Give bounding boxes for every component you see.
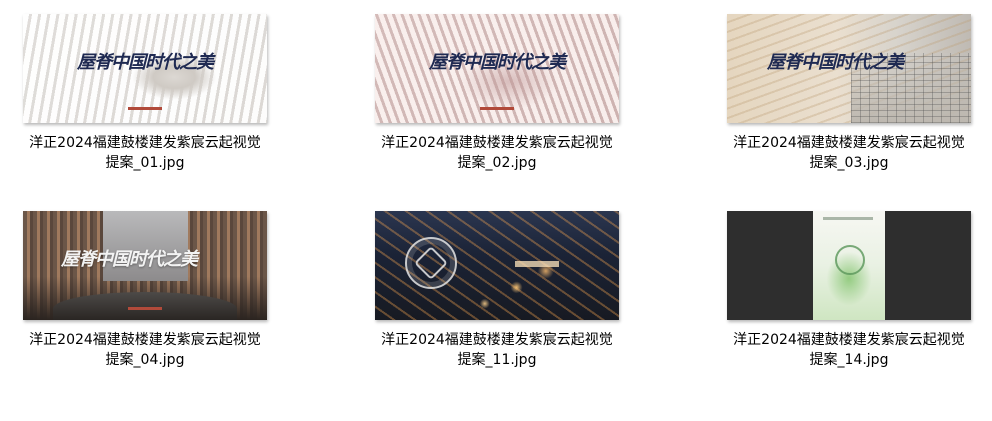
file-name[interactable]: 洋正2024福建鼓楼建发紫宸云起视觉 提案_04.jpg bbox=[5, 330, 285, 370]
thumbnail-image[interactable] bbox=[375, 211, 619, 320]
file-name-line2: 提案_14.jpg bbox=[809, 352, 889, 368]
thumbnail-image[interactable]: 屋脊中国时代之美 bbox=[23, 211, 267, 320]
thumbnail-sign bbox=[515, 261, 559, 267]
thumbnail-reflecting-pool bbox=[53, 292, 237, 320]
file-name-line2: 提案_02.jpg bbox=[457, 155, 537, 171]
thumbnail-image[interactable]: 屋脊中国时代之美 bbox=[375, 14, 619, 123]
file-name-line1: 洋正2024福建鼓楼建发紫宸云起视觉 bbox=[381, 332, 613, 348]
file-name-line2: 提案_04.jpg bbox=[105, 352, 185, 368]
thumbnail-brand-title: 屋脊中国时代之美 bbox=[61, 249, 198, 270]
thumbnail-emblem bbox=[405, 237, 457, 289]
file-name-line2: 提案_11.jpg bbox=[457, 352, 537, 368]
file-name-line2: 提案_03.jpg bbox=[809, 155, 889, 171]
file-name-line1: 洋正2024福建鼓楼建发紫宸云起视觉 bbox=[733, 332, 965, 348]
thumbnail-red-seal bbox=[128, 107, 162, 110]
file-item-11[interactable]: 洋正2024福建鼓楼建发紫宸云起视觉 提案_11.jpg bbox=[357, 211, 637, 370]
file-name-line2: 提案_01.jpg bbox=[105, 155, 185, 171]
thumbnail-image[interactable] bbox=[727, 211, 971, 320]
file-name-line1: 洋正2024福建鼓楼建发紫宸云起视觉 bbox=[29, 332, 261, 348]
thumbnail-poster bbox=[813, 211, 885, 320]
thumbnail-brand-title: 屋脊中国时代之美 bbox=[767, 52, 904, 73]
file-item-02[interactable]: 屋脊中国时代之美 洋正2024福建鼓楼建发紫宸云起视觉 提案_02.jpg bbox=[357, 14, 637, 173]
file-item-14[interactable]: 洋正2024福建鼓楼建发紫宸云起视觉 提案_14.jpg bbox=[709, 211, 989, 370]
file-name[interactable]: 洋正2024福建鼓楼建发紫宸云起视觉 提案_02.jpg bbox=[357, 133, 637, 173]
thumbnail-brand-title: 屋脊中国时代之美 bbox=[77, 52, 214, 73]
file-name[interactable]: 洋正2024福建鼓楼建发紫宸云起视觉 提案_01.jpg bbox=[5, 133, 285, 173]
file-item-01[interactable]: 屋脊中国时代之美 洋正2024福建鼓楼建发紫宸云起视觉 提案_01.jpg bbox=[5, 14, 285, 173]
file-item-03[interactable]: 屋脊中国时代之美 洋正2024福建鼓楼建发紫宸云起视觉 提案_03.jpg bbox=[709, 14, 989, 173]
thumbnail-image[interactable]: 屋脊中国时代之美 bbox=[23, 14, 267, 123]
thumbnail-red-seal bbox=[128, 307, 162, 310]
thumbnail-image[interactable]: 屋脊中国时代之美 bbox=[727, 14, 971, 123]
file-name-line1: 洋正2024福建鼓楼建发紫宸云起视觉 bbox=[381, 135, 613, 151]
file-name[interactable]: 洋正2024福建鼓楼建发紫宸云起视觉 提案_11.jpg bbox=[357, 330, 637, 370]
file-name-line1: 洋正2024福建鼓楼建发紫宸云起视觉 bbox=[29, 135, 261, 151]
file-item-04[interactable]: 屋脊中国时代之美 洋正2024福建鼓楼建发紫宸云起视觉 提案_04.jpg bbox=[5, 211, 285, 370]
file-name[interactable]: 洋正2024福建鼓楼建发紫宸云起视觉 提案_14.jpg bbox=[709, 330, 989, 370]
file-name-line1: 洋正2024福建鼓楼建发紫宸云起视觉 bbox=[733, 135, 965, 151]
thumbnail-brand-title: 屋脊中国时代之美 bbox=[429, 52, 566, 73]
file-name[interactable]: 洋正2024福建鼓楼建发紫宸云起视觉 提案_03.jpg bbox=[709, 133, 989, 173]
thumbnail-red-seal bbox=[480, 107, 514, 110]
